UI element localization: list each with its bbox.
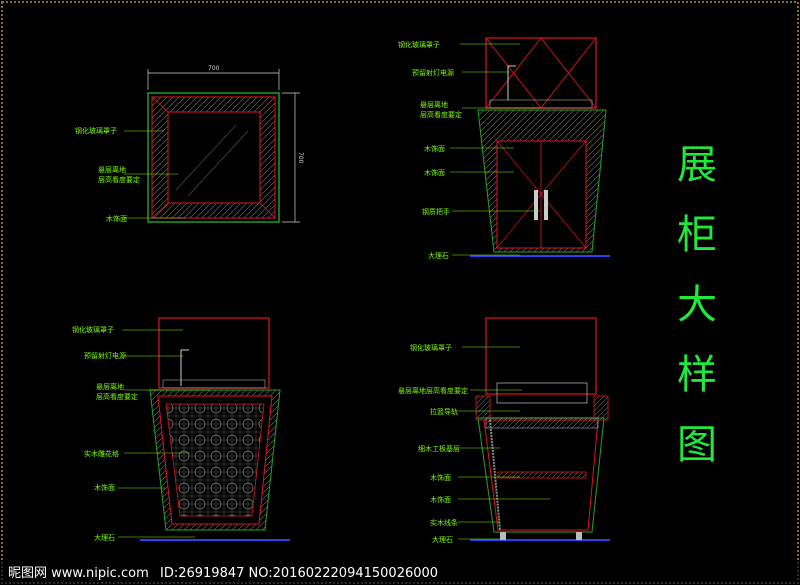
front-label-wood-1: 木饰面 bbox=[424, 144, 445, 153]
section-label-marble: 大理石 bbox=[432, 535, 453, 544]
plan-label-height: 层高看度要定 bbox=[98, 175, 140, 184]
front-label-marble: 大理石 bbox=[428, 251, 449, 260]
plan-dim-top: 700 bbox=[208, 65, 220, 72]
side-elevation: 钢化玻璃罩子 预留射灯电源 悬层离地 层高看度要定 实木雕花格 木饰面 大理石 bbox=[72, 317, 290, 542]
section-label-trim: 实木线条 bbox=[430, 518, 458, 527]
section-label-rail: 拉篮导轨 bbox=[430, 407, 458, 416]
drawing-canvas: 700 700 钢化玻璃罩子 悬层离地 层高看度要定 木饰面 钢化玻璃罩子 预留… bbox=[0, 1, 800, 585]
title-char-5: 图 bbox=[677, 422, 717, 468]
section-label-shelf: 悬层离地层高看度要定 bbox=[398, 386, 468, 395]
plan-label-wood: 木饰面 bbox=[106, 214, 127, 223]
side-label-marble: 大理石 bbox=[94, 533, 115, 542]
side-label-wood: 木饰面 bbox=[94, 483, 115, 492]
section-label-glass: 钢化玻璃罩子 bbox=[410, 343, 452, 352]
front-elevation: 钢化玻璃罩子 预留射灯电源 悬层离地 层高看度要定 木饰面 木饰面 钢质把手 大… bbox=[398, 37, 610, 260]
title-char-1: 展 bbox=[677, 142, 717, 188]
title-char-3: 大 bbox=[677, 282, 717, 328]
front-label-shelf: 悬层离地 bbox=[420, 100, 448, 109]
section-view: 钢化玻璃罩子 悬层离地层高看度要定 拉篮导轨 细木工板基层 木饰面 木饰面 实木… bbox=[398, 317, 610, 544]
watermark-site: 昵图网 www.nipic.com bbox=[8, 566, 149, 581]
side-label-glass: 钢化玻璃罩子 bbox=[72, 325, 114, 334]
title-char-4: 样 bbox=[677, 352, 717, 398]
section-label-board: 细木工板基层 bbox=[418, 444, 460, 453]
plan-dim-right: 700 bbox=[297, 152, 304, 164]
plan-view: 700 700 钢化玻璃罩子 悬层离地 层高看度要定 木饰面 bbox=[75, 65, 304, 223]
section-label-wood-2: 木饰面 bbox=[430, 495, 451, 504]
front-label-glass: 钢化玻璃罩子 bbox=[398, 40, 440, 49]
drawing-title: 展 柜 大 样 图 bbox=[677, 142, 717, 468]
side-label-shelf: 悬层离地 bbox=[96, 382, 124, 391]
title-char-2: 柜 bbox=[677, 212, 717, 258]
side-label-light: 预留射灯电源 bbox=[84, 351, 126, 360]
side-label-lattice: 实木雕花格 bbox=[84, 449, 119, 458]
watermark: 昵图网 www.nipic.com ID:26919847 NO:2016022… bbox=[0, 560, 800, 585]
front-label-wood-2: 木饰面 bbox=[424, 168, 445, 177]
plan-label-glass: 钢化玻璃罩子 bbox=[75, 126, 117, 135]
front-label-handle: 钢质把手 bbox=[422, 207, 450, 216]
front-label-light: 预留射灯电源 bbox=[412, 68, 454, 77]
side-label-height: 层高看度要定 bbox=[96, 392, 138, 401]
watermark-id: ID:26919847 NO:20160222094150026000 bbox=[160, 566, 438, 581]
plan-label-shelf: 悬层离地 bbox=[98, 165, 126, 174]
section-label-wood-1: 木饰面 bbox=[430, 473, 451, 482]
front-label-height: 层高看度要定 bbox=[420, 110, 462, 119]
